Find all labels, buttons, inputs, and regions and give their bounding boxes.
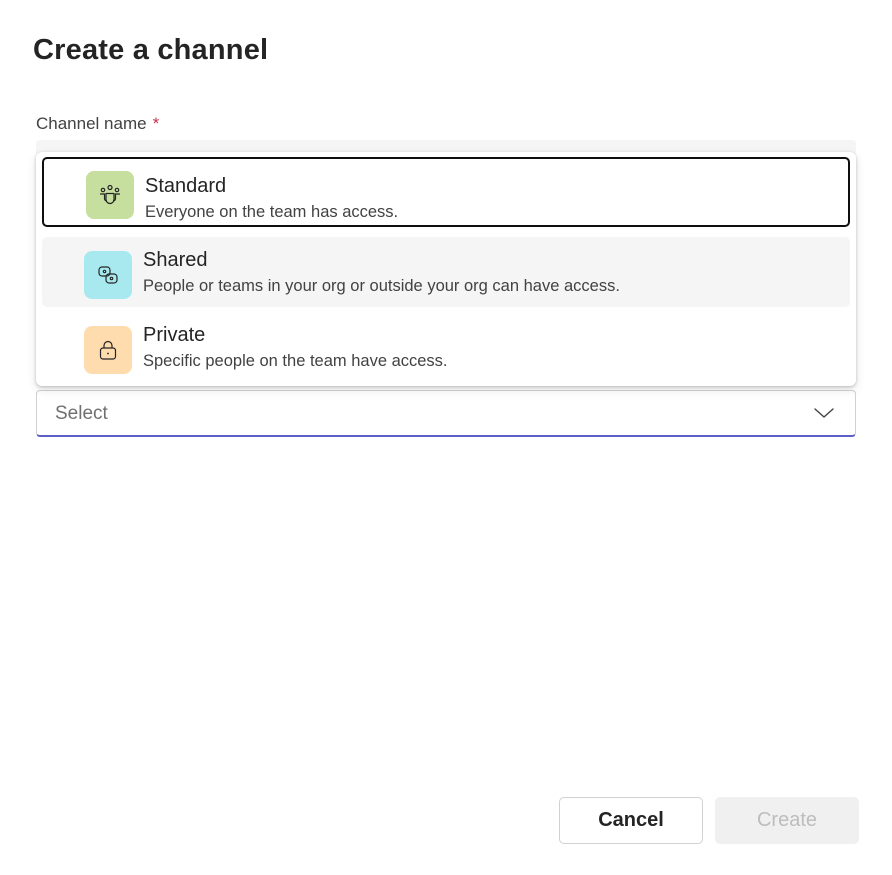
option-private[interactable]: Private Specific people on the team have…: [42, 312, 850, 382]
channel-name-label: Channel name *: [36, 114, 159, 134]
option-standard[interactable]: Standard Everyone on the team has access…: [42, 157, 850, 227]
option-description: Everyone on the team has access.: [145, 203, 399, 221]
option-shared[interactable]: Shared People or teams in your org or ou…: [42, 237, 850, 307]
privacy-select-dropdown[interactable]: Select: [36, 390, 856, 437]
privacy-options-listbox: Standard Everyone on the team has access…: [36, 152, 856, 386]
lock-icon: [84, 326, 132, 374]
channel-name-label-text: Channel name: [36, 114, 147, 133]
people-team-icon: [86, 171, 134, 219]
chevron-down-icon: [814, 408, 834, 418]
option-description: Specific people on the team have access.: [143, 352, 448, 370]
create-button[interactable]: Create: [715, 797, 859, 844]
option-description: People or teams in your org or outside y…: [143, 277, 620, 295]
option-title: Shared: [143, 249, 208, 271]
option-title: Private: [143, 324, 206, 346]
cancel-button[interactable]: Cancel: [559, 797, 703, 844]
shared-link-icon: [84, 251, 132, 299]
dialog-title: Create a channel: [33, 34, 269, 66]
select-placeholder: Select: [55, 403, 108, 424]
option-title: Standard: [145, 175, 227, 197]
create-channel-dialog: Create a channel Channel name * Standard …: [0, 0, 892, 875]
required-asterisk: *: [152, 114, 160, 133]
